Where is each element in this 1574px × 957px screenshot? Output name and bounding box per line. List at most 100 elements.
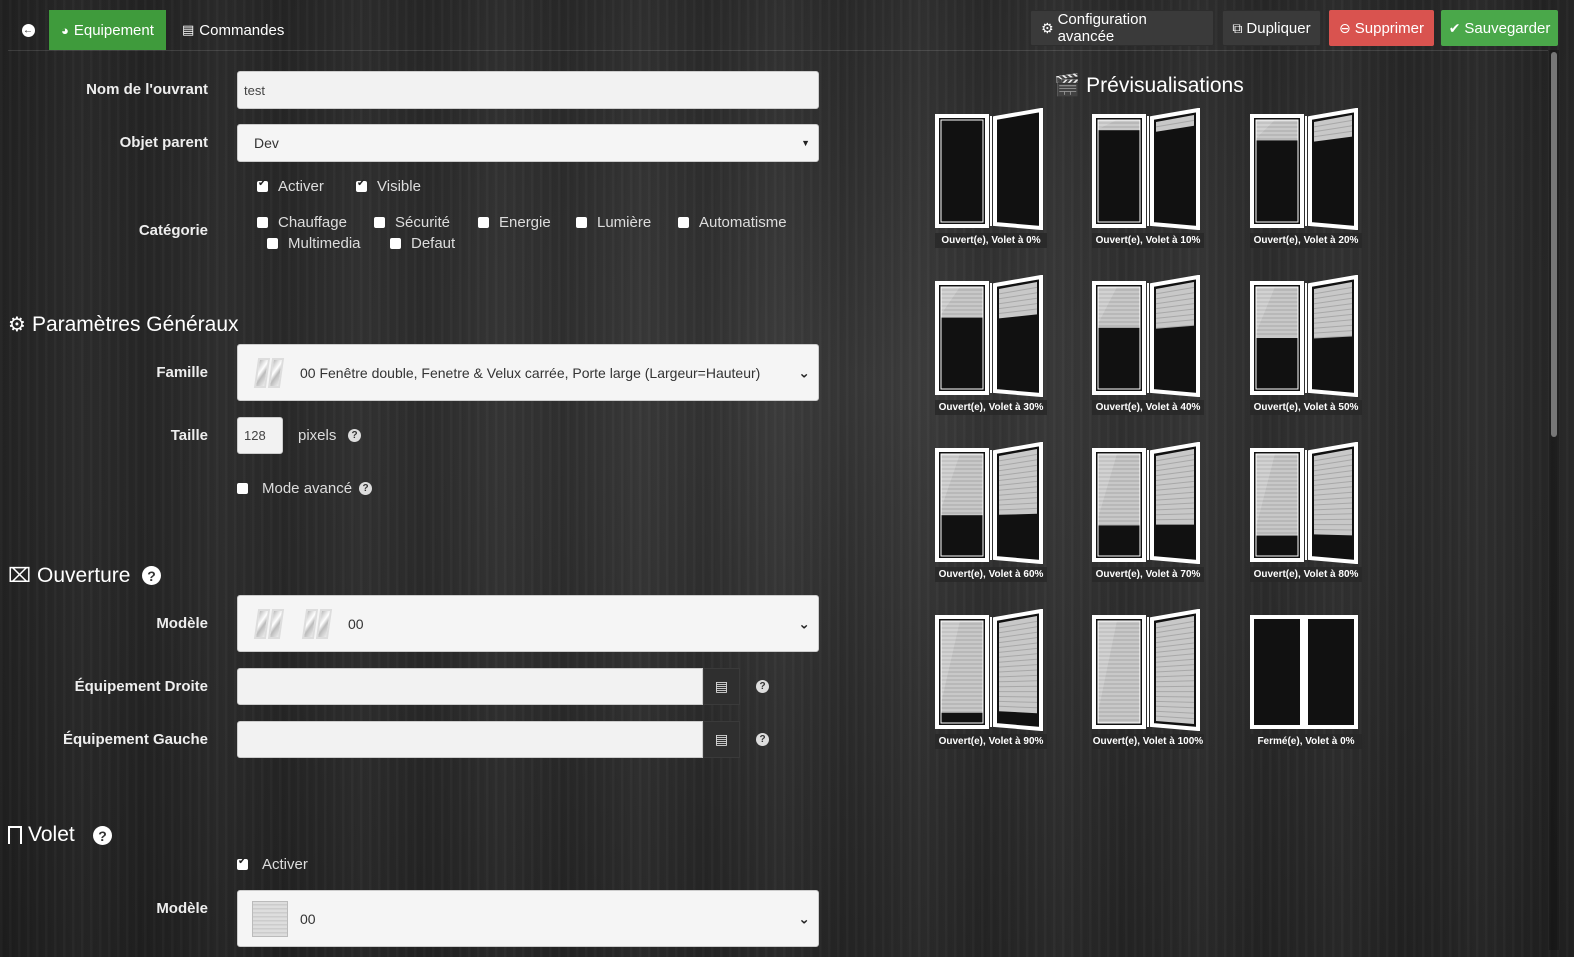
advanced-config-button[interactable]: ⚙ Configuration avancée: [1030, 10, 1214, 46]
nom-input[interactable]: test: [237, 71, 819, 109]
category-label: Defaut: [411, 235, 456, 252]
preview-caption: Ouvert(e), Volet à 30%: [935, 400, 1047, 415]
categorie-label: Catégorie: [138, 222, 208, 239]
tab-commandes-label: Commandes: [199, 21, 285, 39]
list-icon: ▤: [182, 22, 195, 37]
volet-modele-select[interactable]: 00 ⌄: [237, 890, 819, 947]
preview-caption: Ouvert(e), Volet à 20%: [1250, 233, 1362, 248]
category-defaut[interactable]: Defaut: [390, 235, 455, 252]
category-label: Multimedia: [288, 235, 361, 252]
taille-value: 128: [244, 428, 266, 443]
delete-button[interactable]: ⊖ Supprimer: [1329, 10, 1434, 46]
preview-caption: Fermé(e), Volet à 0%: [1250, 734, 1362, 749]
gauche-label: Équipement Gauche: [62, 731, 208, 748]
help-icon[interactable]: ?: [756, 733, 769, 746]
preview-title: 🎬 Prévisualisations: [1054, 74, 1244, 98]
window-thumbnail: [253, 607, 285, 641]
droite-label: Équipement Droite: [74, 678, 208, 695]
help-icon[interactable]: ?: [348, 429, 361, 442]
save-button[interactable]: ✔ Sauvegarder: [1441, 10, 1558, 46]
back-button[interactable]: ←: [14, 15, 42, 45]
shutter-thumbnail: [252, 900, 288, 937]
volet-title-text: Volet: [28, 823, 75, 846]
window-preview-icon: [935, 107, 1043, 231]
mode-avance-label: Mode avancé: [262, 480, 353, 497]
window-preview-icon: [1092, 107, 1200, 231]
window-preview-icon: [1092, 274, 1200, 398]
category-multimedia[interactable]: Multimedia: [267, 235, 361, 252]
window-preview-icon: [1092, 608, 1200, 732]
duplicate-button[interactable]: ⧉ Dupliquer: [1222, 10, 1321, 46]
volet-modele-label: Modèle: [156, 900, 208, 917]
preview-item: Ouvert(e), Volet à 50%: [1250, 274, 1362, 415]
gauche-select-button[interactable]: ▤: [703, 721, 740, 758]
checkbox-box: [390, 238, 401, 249]
famille-value: 00 Fenêtre double, Fenetre & Velux carré…: [300, 364, 761, 381]
ouverture-title-text: Ouverture: [37, 563, 131, 587]
checkbox-box: [374, 217, 385, 228]
nom-value: test: [244, 82, 265, 98]
visible-label: Visible: [377, 178, 421, 195]
tab-divider: [8, 50, 1548, 51]
activer-checkbox[interactable]: Activer: [257, 178, 324, 195]
nom-label: Nom de l'ouvrant: [86, 81, 208, 98]
save-label: Sauvegarder: [1464, 19, 1551, 37]
checkbox-box: [576, 217, 587, 228]
category-chauffage[interactable]: Chauffage: [257, 214, 347, 231]
droite-select-button[interactable]: ▤: [703, 668, 740, 705]
category-energie[interactable]: Energie: [478, 214, 551, 231]
window-thumbnail: [253, 356, 285, 390]
preview-caption: Ouvert(e), Volet à 10%: [1092, 233, 1204, 248]
tab-commandes[interactable]: ▤ Commandes: [170, 10, 300, 50]
scrollbar-thumb[interactable]: [1551, 52, 1557, 437]
help-icon[interactable]: ?: [142, 566, 161, 585]
preview-title-text: Prévisualisations: [1086, 74, 1244, 97]
preview-item: Ouvert(e), Volet à 60%: [935, 441, 1047, 582]
droite-input[interactable]: [237, 668, 703, 705]
help-icon[interactable]: ?: [756, 680, 769, 693]
duplicate-label: Dupliquer: [1246, 19, 1311, 37]
gauche-input[interactable]: [237, 721, 703, 758]
preview-caption: Ouvert(e), Volet à 60%: [935, 567, 1047, 582]
visible-checkbox[interactable]: Visible: [356, 178, 421, 195]
checkbox-box: [237, 483, 248, 494]
volet-modele-value: 00: [300, 910, 316, 927]
checkbox-box: [678, 217, 689, 228]
category-automatisme[interactable]: Automatisme: [678, 214, 787, 231]
shutter-icon: [8, 826, 22, 844]
parent-select[interactable]: Dev ▼: [237, 124, 819, 162]
checkbox-box: [257, 178, 268, 192]
category-lumiere[interactable]: Lumière: [576, 214, 651, 231]
caret-down-icon: ▼: [801, 138, 810, 148]
list-alt-icon: ▤: [714, 731, 729, 747]
preview-caption: Ouvert(e), Volet à 40%: [1092, 400, 1204, 415]
preview-caption: Ouvert(e), Volet à 0%: [935, 233, 1047, 248]
minus-circle-icon: ⊖: [1339, 19, 1351, 36]
help-icon[interactable]: ?: [93, 826, 112, 845]
preview-item: Ouvert(e), Volet à 80%: [1250, 441, 1362, 582]
famille-select[interactable]: 00 Fenêtre double, Fenetre & Velux carré…: [237, 344, 819, 401]
window-preview-icon: [1250, 441, 1358, 565]
preview-item: Ouvert(e), Volet à 20%: [1250, 107, 1362, 248]
category-securite[interactable]: Sécurité: [374, 214, 450, 231]
volet-activer-checkbox[interactable]: Activer: [237, 856, 308, 873]
list-alt-icon: ▤: [714, 678, 729, 694]
checkbox-box: [267, 238, 278, 249]
checkbox-box: [257, 217, 268, 228]
parent-label: Objet parent: [119, 134, 208, 151]
gears-icon: ⚙: [1041, 19, 1054, 36]
volet-section-title: Volet: [8, 823, 75, 847]
tab-equipement[interactable]: ◕ Equipement: [49, 10, 166, 50]
mode-avance-checkbox[interactable]: Mode avancé: [237, 480, 352, 497]
volet-activer-label: Activer: [262, 856, 308, 873]
chevron-down-icon: ⌄: [798, 615, 810, 631]
category-label: Energie: [499, 214, 551, 231]
help-icon[interactable]: ?: [359, 482, 372, 495]
ouverture-modele-select[interactable]: 00 ⌄: [237, 595, 819, 652]
taille-input[interactable]: 128: [237, 417, 283, 454]
famille-label: Famille: [156, 364, 208, 381]
arrow-circle-left-icon: ←: [21, 23, 35, 37]
preview-item: Ouvert(e), Volet à 100%: [1092, 608, 1204, 749]
check-circle-icon: ✔: [1448, 19, 1461, 36]
preview-caption: Ouvert(e), Volet à 100%: [1092, 734, 1204, 749]
